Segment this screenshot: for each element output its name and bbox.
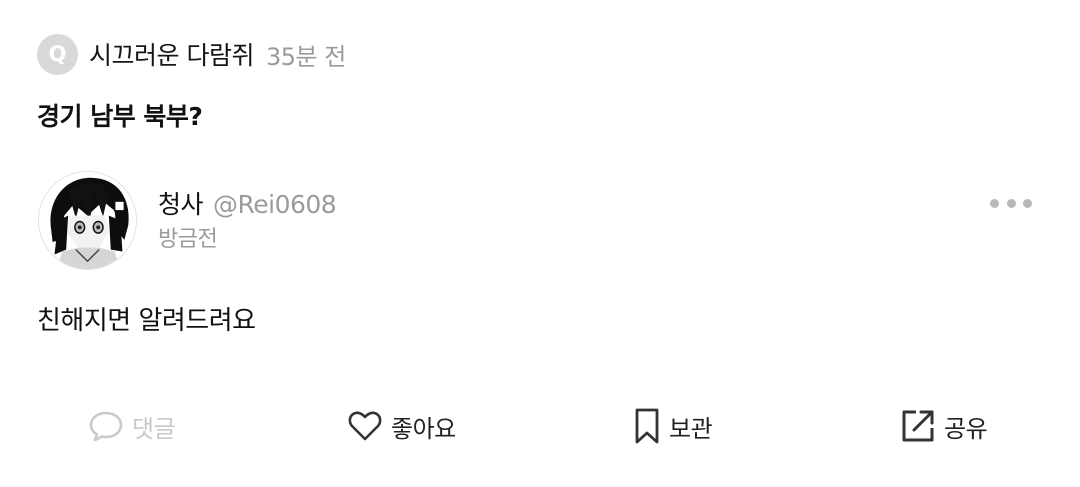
avatar[interactable] <box>38 171 137 270</box>
answer-text: 친해지면 알려드려요 <box>37 306 256 336</box>
more-dot-icon <box>990 198 999 208</box>
answer-time: 방금전 <box>158 227 218 252</box>
more-dot-icon <box>1006 198 1016 208</box>
answer-author-handle[interactable]: @Rei0608 <box>213 190 337 219</box>
comment-icon <box>89 411 123 442</box>
like-label: 좋아요 <box>391 414 456 443</box>
anime-character-avatar-icon <box>39 172 136 269</box>
like-button[interactable]: 좋아요 <box>347 405 456 447</box>
heart-icon <box>348 411 382 441</box>
comment-label: 댓글 <box>132 414 176 443</box>
question-time: 35분 전 <box>265 42 346 71</box>
question-text: 경기 남부 북부? <box>37 102 203 131</box>
answer-author-row: 청사 @Rei0608 <box>158 185 337 221</box>
more-dot-icon <box>1023 198 1032 208</box>
answer-author-name[interactable]: 청사 <box>158 185 204 221</box>
save-button[interactable]: 보관 <box>633 405 713 447</box>
save-label: 보관 <box>669 414 713 443</box>
share-button[interactable]: 공유 <box>900 405 988 447</box>
question-badge: Q <box>37 33 78 75</box>
comment-button[interactable]: 댓글 <box>88 405 176 447</box>
bookmark-icon <box>635 408 659 444</box>
question-header: Q 시끄러운 다람쥐 35분 전 <box>37 33 346 75</box>
share-external-icon <box>902 410 934 442</box>
question-author[interactable]: 시끄러운 다람쥐 <box>89 36 254 72</box>
more-options-button[interactable] <box>990 194 1032 212</box>
share-label: 공유 <box>944 414 988 443</box>
